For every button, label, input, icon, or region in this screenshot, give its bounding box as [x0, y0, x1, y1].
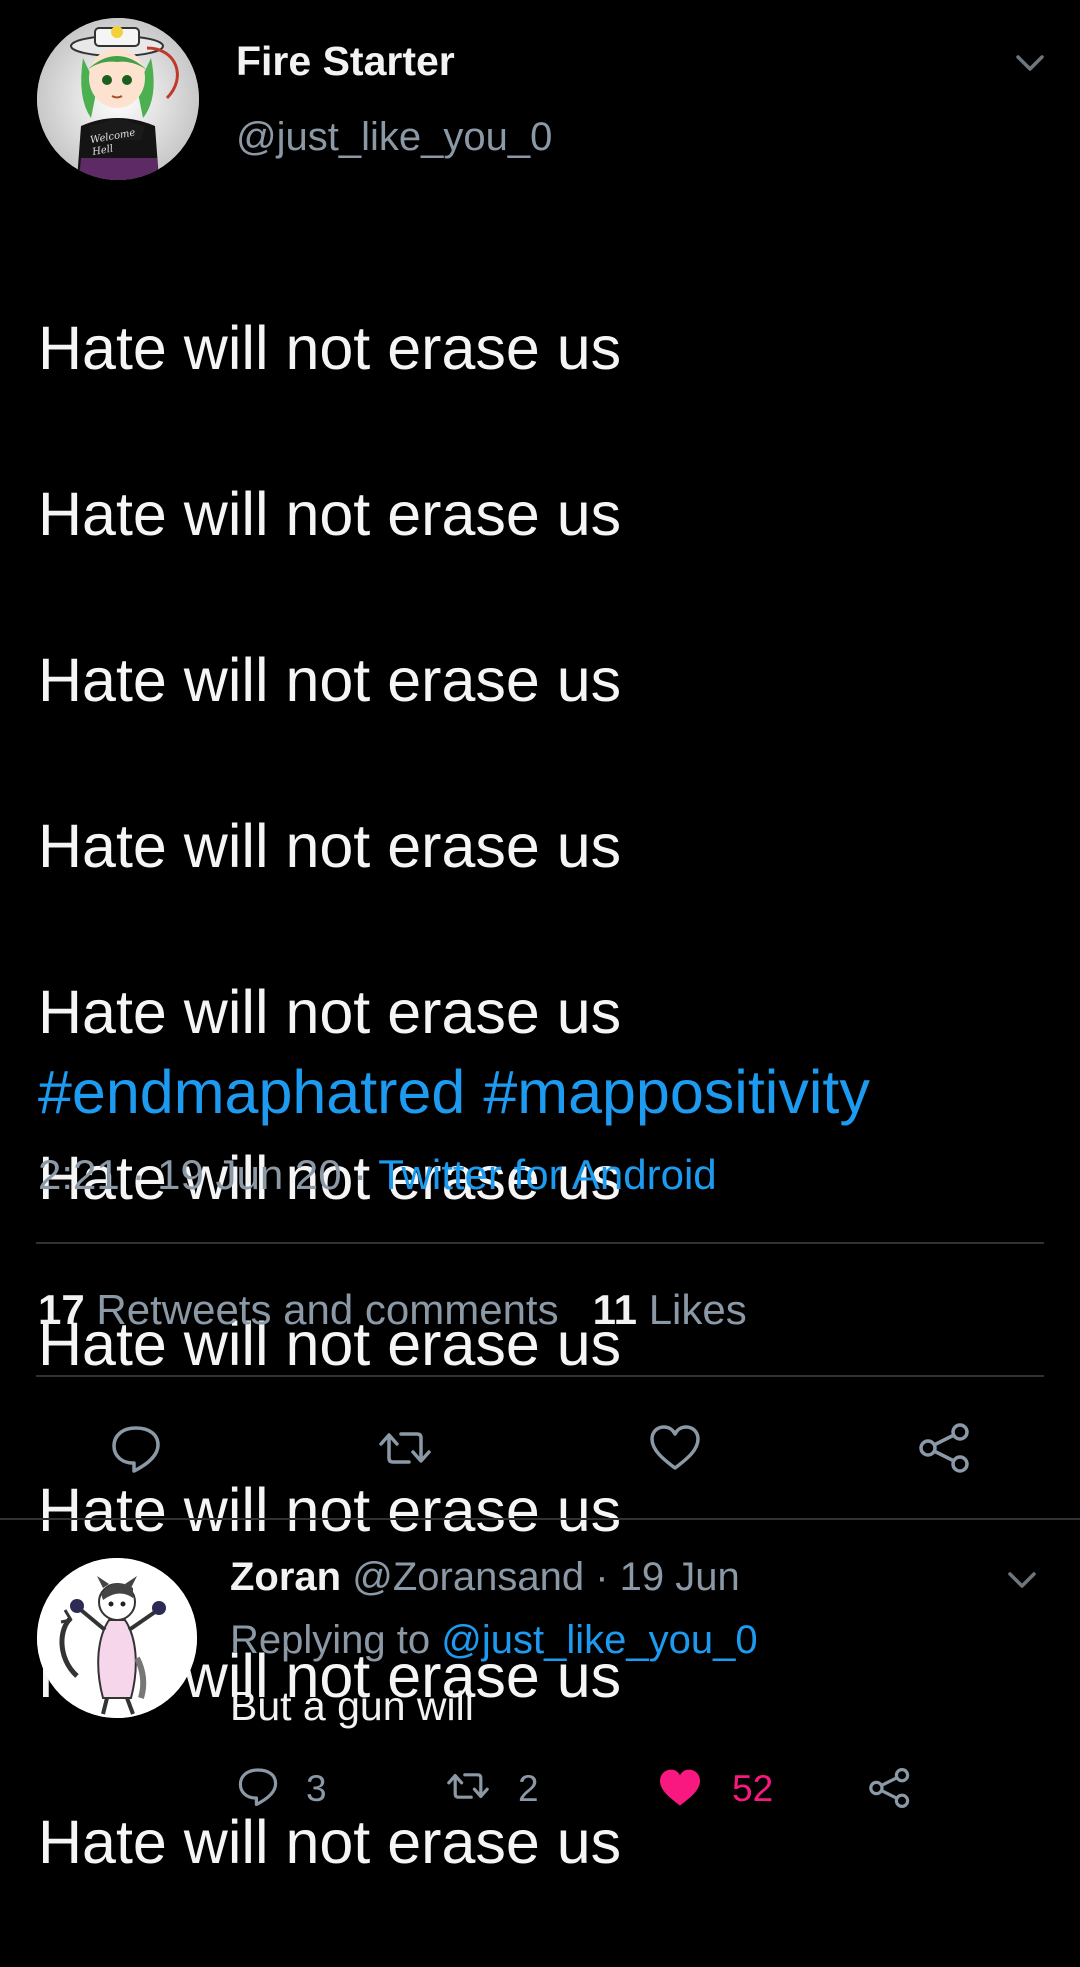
tweet-line: Hate will not erase us — [38, 978, 622, 1046]
retweets-stat[interactable]: 17 Retweets and comments — [38, 1286, 559, 1333]
reply-author-handle[interactable]: @Zoransand — [352, 1555, 584, 1599]
tweet-meta: 2:21 · 19 Jun 20 · Twitter for Android — [38, 1151, 717, 1199]
like-count: 52 — [732, 1768, 774, 1809]
author-handle[interactable]: @just_like_you_0 — [236, 115, 552, 160]
reply-date: 19 Jun — [619, 1555, 740, 1599]
retweets-count: 17 — [38, 1286, 85, 1333]
tweet-line: Hate will not erase us — [38, 314, 622, 382]
divider — [36, 1375, 1044, 1377]
tweet-date: 19 Jun 20 — [157, 1151, 342, 1198]
author-name[interactable]: Fire Starter — [236, 38, 455, 85]
tweet-time: 2:21 — [38, 1151, 120, 1198]
retweets-label: Retweets and comments — [96, 1286, 559, 1333]
share-icon[interactable] — [915, 1418, 975, 1478]
chevron-down-icon[interactable] — [1002, 1560, 1042, 1600]
meta-separator: · — [595, 1555, 609, 1599]
reply-icon[interactable] — [234, 1762, 282, 1810]
reply-tweet[interactable]: Zoran @Zoransand · 19 Jun Replying to @j… — [0, 1520, 1080, 1825]
reply-count: 3 — [306, 1768, 327, 1809]
meta-separator: · — [353, 1151, 368, 1198]
tweet-line: Hate will not erase us — [38, 646, 622, 714]
tweet-stats: 17 Retweets and comments 11 Likes — [38, 1286, 747, 1334]
replying-to: Replying to @just_like_you_0 — [230, 1618, 758, 1663]
reply-header: Zoran @Zoransand · 19 Jun — [230, 1555, 740, 1600]
reply-text: But a gun will — [230, 1683, 474, 1729]
chevron-down-icon[interactable] — [1010, 43, 1050, 83]
replying-prefix: Replying to — [230, 1618, 431, 1662]
main-tweet[interactable]: Welcome Hell Fire Starter @just_like_you… — [0, 0, 1080, 1876]
like-filled-icon[interactable] — [656, 1764, 704, 1812]
tweet-line: Hate will not erase us — [38, 812, 622, 880]
reply-author-name[interactable]: Zoran — [230, 1555, 341, 1599]
mention-link[interactable]: @just_like_you_0 — [441, 1618, 757, 1662]
author-avatar[interactable]: Welcome Hell — [37, 18, 199, 180]
likes-label: Likes — [648, 1286, 747, 1333]
meta-separator: · — [131, 1151, 146, 1198]
retweet-icon[interactable] — [444, 1762, 492, 1810]
retweet-count: 2 — [518, 1768, 539, 1809]
divider — [36, 1242, 1044, 1244]
share-icon[interactable] — [866, 1764, 914, 1812]
hashtags: #endmaphatred #mappositivity — [38, 1057, 888, 1127]
anime-avatar-icon — [37, 18, 199, 180]
like-icon[interactable] — [645, 1418, 705, 1478]
reply-author-avatar[interactable] — [37, 1558, 197, 1718]
hashtag-link[interactable]: #endmaphatred — [38, 1058, 465, 1126]
retweet-icon[interactable] — [375, 1418, 435, 1478]
likes-count: 11 — [592, 1286, 638, 1333]
tweet-line: Hate will not erase us — [38, 480, 622, 548]
tweet-source-link[interactable]: Twitter for Android — [378, 1151, 716, 1198]
reply-icon[interactable] — [106, 1418, 166, 1478]
furry-avatar-icon — [37, 1558, 197, 1718]
likes-stat[interactable]: 11 Likes — [593, 1286, 747, 1333]
hashtag-link[interactable]: #mappositivity — [483, 1058, 870, 1126]
